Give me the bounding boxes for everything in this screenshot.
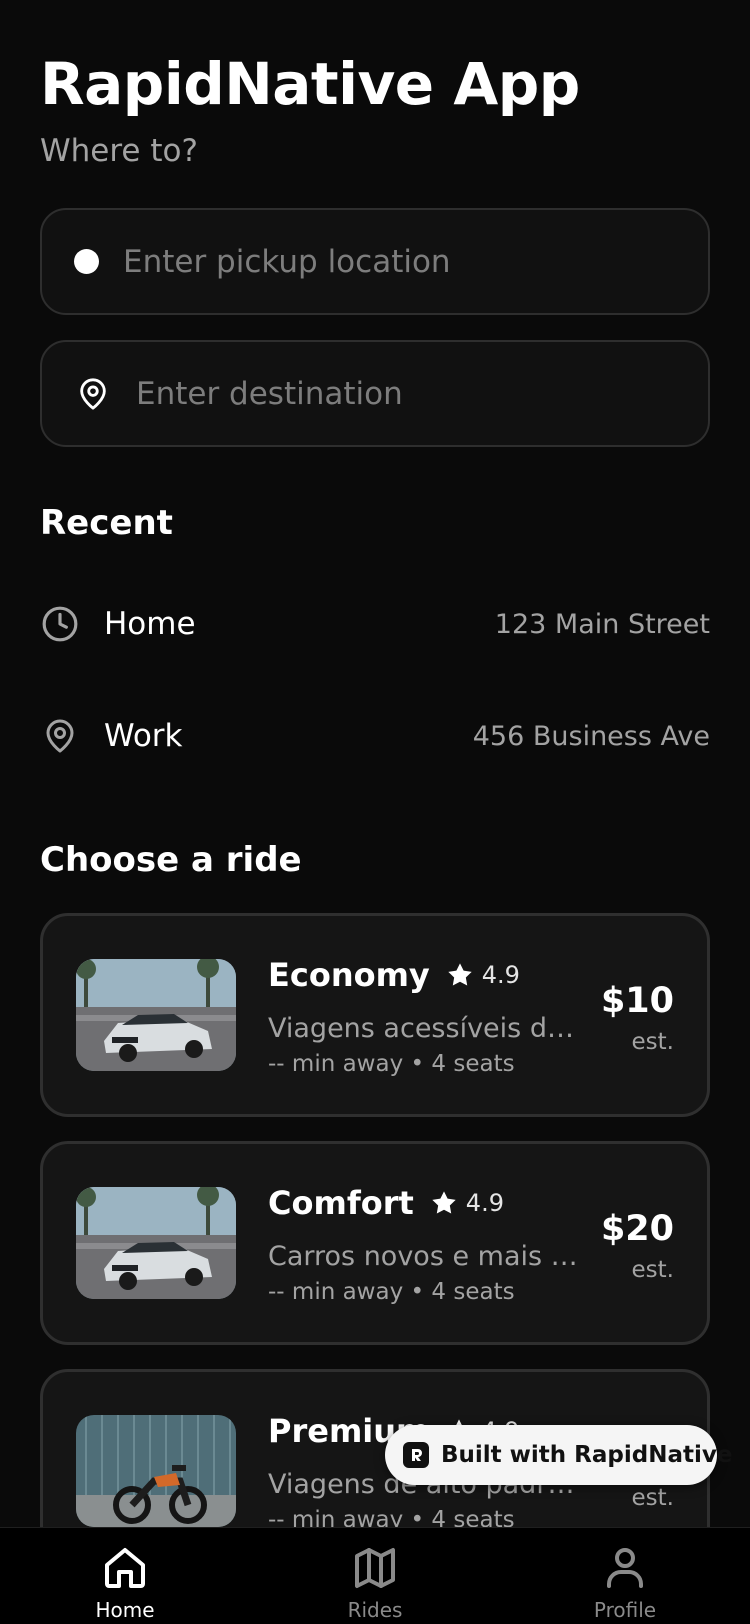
ride-description: Carros novos e mais espaçosos — [268, 1241, 578, 1272]
tab-label: Rides — [347, 1598, 403, 1622]
built-with-badge[interactable]: Built with RapidNative — [385, 1425, 732, 1485]
recent-section-title: Recent — [40, 503, 173, 543]
bottom-tab-bar: Home Rides Profile — [0, 1527, 750, 1624]
pickup-field[interactable] — [40, 208, 710, 315]
pickup-input[interactable] — [123, 210, 708, 313]
ride-option-comfort[interactable]: Comfort 4.9 Carros novos e mais espaçoso… — [40, 1141, 710, 1345]
ride-description: Viagens acessíveis do dia a dia — [268, 1013, 578, 1044]
tab-home[interactable]: Home — [0, 1528, 250, 1624]
tab-label: Home — [95, 1598, 155, 1622]
ride-option-economy[interactable]: Economy 4.9 Viagens acessíveis do dia a … — [40, 913, 710, 1117]
map-pin-icon — [76, 375, 110, 413]
ride-price-est: est. — [631, 1257, 674, 1283]
rapidnative-logo-icon — [403, 1442, 429, 1468]
clock-icon — [40, 604, 80, 644]
map-icon — [355, 1548, 395, 1588]
destination-field[interactable] — [40, 340, 710, 447]
home-screen: RapidNative App Where to? Recent Home 12… — [0, 0, 750, 1624]
map-pin-icon — [40, 716, 80, 756]
ride-rating: 4.9 — [465, 1189, 504, 1217]
ride-price: $10 — [600, 981, 674, 1021]
pickup-dot-icon — [74, 249, 99, 274]
star-icon — [446, 961, 474, 989]
recent-item-name: Home — [104, 606, 196, 642]
page-subtitle: Where to? — [40, 133, 198, 169]
user-icon — [607, 1548, 643, 1588]
choose-ride-section-title: Choose a ride — [40, 840, 302, 880]
page-title: RapidNative App — [40, 50, 580, 118]
ride-price-est: est. — [631, 1485, 674, 1511]
home-icon — [105, 1548, 145, 1588]
badge-label: Built with RapidNative — [441, 1442, 733, 1468]
recent-item-address: 456 Business Ave — [472, 720, 710, 752]
ride-rating: 4.9 — [481, 961, 520, 989]
ride-name: Comfort — [268, 1184, 414, 1222]
destination-input[interactable] — [136, 342, 708, 445]
car-image — [76, 1187, 236, 1299]
ride-price-est: est. — [631, 1029, 674, 1055]
tab-rides[interactable]: Rides — [250, 1528, 500, 1624]
recent-item-name: Work — [104, 718, 183, 754]
star-icon — [430, 1189, 458, 1217]
motorcycle-image — [76, 1415, 236, 1527]
ride-meta: -- min away • 4 seats — [268, 1279, 515, 1305]
ride-price: $20 — [600, 1209, 674, 1249]
recent-item-work[interactable]: Work 456 Business Ave — [40, 706, 710, 766]
ride-name: Economy — [268, 956, 430, 994]
tab-label: Profile — [593, 1598, 657, 1622]
car-image — [76, 959, 236, 1071]
ride-meta: -- min away • 4 seats — [268, 1051, 515, 1077]
tab-profile[interactable]: Profile — [500, 1528, 750, 1624]
recent-item-address: 123 Main Street — [494, 608, 710, 640]
recent-item-home[interactable]: Home 123 Main Street — [40, 594, 710, 654]
